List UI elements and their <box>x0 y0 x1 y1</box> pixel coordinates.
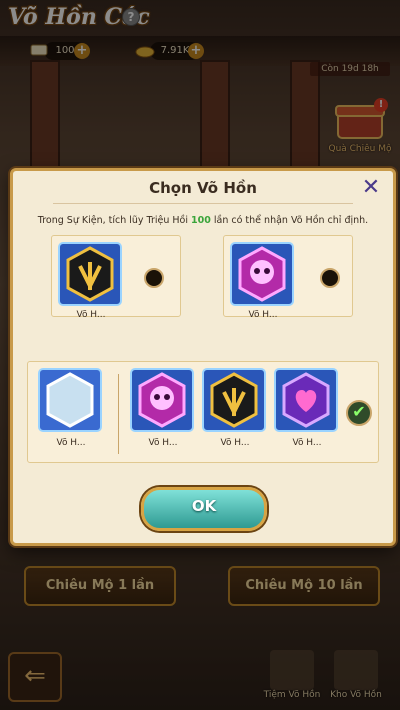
group-slot-1-label: Võ H... <box>56 438 86 448</box>
group-slot-4-label: Võ H... <box>292 438 322 448</box>
option-2-radio[interactable] <box>320 268 340 288</box>
dialog-title: Chọn Võ Hồn <box>149 179 257 197</box>
option-1-label: Võ H... <box>76 310 106 320</box>
option-2[interactable]: Võ H... <box>223 235 353 320</box>
option-1[interactable]: Võ H... <box>51 235 181 320</box>
pink-skull-icon <box>130 368 194 432</box>
title-divider <box>53 203 353 204</box>
ok-button[interactable]: OK <box>141 487 267 531</box>
pink-skull-icon <box>230 242 294 306</box>
close-icon[interactable]: ✕ <box>359 177 383 201</box>
option-1-radio[interactable] <box>144 268 164 288</box>
purple-heart-icon <box>274 368 338 432</box>
group-slot-2-label: Võ H... <box>148 438 178 448</box>
dialog-description: Trong Sự Kiện, tích lũy Triệu Hồi 100 lầ… <box>37 215 369 226</box>
option-group-selected[interactable]: Võ H... Võ H... Võ H... Võ H... ✔ <box>27 361 379 463</box>
golden-trident-icon <box>202 368 266 432</box>
choose-soul-dialog: Chọn Võ Hồn ✕ Trong Sự Kiện, tích lũy Tr… <box>10 168 396 546</box>
crystal-hexagon-icon <box>38 368 102 432</box>
group-selected-check-icon[interactable]: ✔ <box>346 400 372 426</box>
group-divider <box>118 374 119 454</box>
summon-count: 100 <box>191 215 211 226</box>
golden-trident-icon <box>58 242 122 306</box>
option-2-label: Võ H... <box>248 310 278 320</box>
group-slot-3-label: Võ H... <box>220 438 250 448</box>
